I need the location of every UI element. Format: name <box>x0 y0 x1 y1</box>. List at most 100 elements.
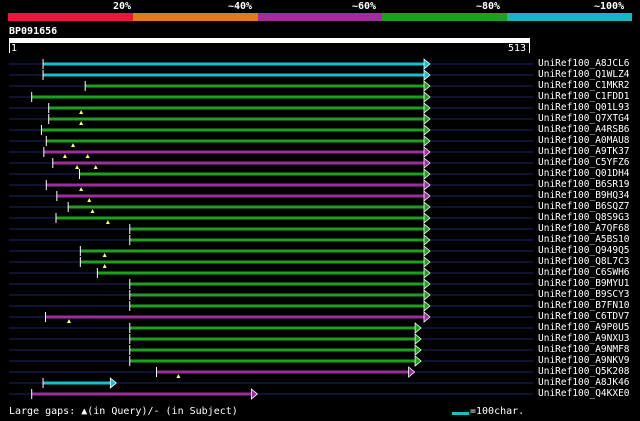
hit-bar[interactable] <box>129 293 424 297</box>
hit-label[interactable]: UniRef100_B9SCY3 <box>538 289 630 300</box>
query-gap-marker <box>176 374 181 378</box>
hit-label[interactable]: UniRef100_A4RSB6 <box>538 124 630 135</box>
hit-bar[interactable] <box>129 304 424 308</box>
hit-end-arrow <box>408 366 416 378</box>
query-gap-marker <box>93 165 98 169</box>
hit-bar[interactable] <box>80 249 424 253</box>
hit-end-arrow <box>414 344 422 356</box>
query-gap-marker <box>87 198 92 202</box>
blast-graphic-view: 20% ~40% ~60% ~80% ~100% BP091656 1 513 … <box>0 0 640 421</box>
hit-bar[interactable] <box>31 392 252 396</box>
hit-bar[interactable] <box>156 370 409 374</box>
hit-bar[interactable] <box>46 183 424 187</box>
hit-bar[interactable] <box>79 172 424 176</box>
hit-bar[interactable] <box>129 326 416 330</box>
query-gap-marker <box>79 110 84 114</box>
hit-bar[interactable] <box>129 282 424 286</box>
hit-label[interactable]: UniRef100_A8JCL6 <box>538 58 630 69</box>
hit-end-arrow <box>423 168 431 180</box>
hit-end-arrow <box>423 146 431 158</box>
hit-end-arrow <box>423 245 431 257</box>
hit-end-arrow <box>423 223 431 235</box>
hit-end-arrow <box>423 80 431 92</box>
hit-bar[interactable] <box>48 117 424 121</box>
hit-bar[interactable] <box>129 359 416 363</box>
hit-end-arrow <box>423 124 431 136</box>
hit-label[interactable]: UniRef100_Q7XTG4 <box>538 113 630 124</box>
hit-label[interactable]: UniRef100_C1MKR2 <box>538 80 630 91</box>
hit-end-arrow <box>423 201 431 213</box>
hit-label[interactable]: UniRef100_Q949Q5 <box>538 245 630 256</box>
hit-label[interactable]: UniRef100_B9MYU1 <box>538 278 630 289</box>
query-gap-marker <box>105 220 110 224</box>
query-gap-marker <box>102 253 107 257</box>
hit-label[interactable]: UniRef100_Q01DH4 <box>538 168 630 179</box>
scale-bar <box>452 412 469 415</box>
hit-bar[interactable] <box>31 95 424 99</box>
hit-label[interactable]: UniRef100_A9NXU3 <box>538 333 630 344</box>
hit-end-arrow <box>423 267 431 279</box>
hit-label[interactable]: UniRef100_Q8S9G3 <box>538 212 630 223</box>
hit-bar[interactable] <box>52 161 424 165</box>
hit-label[interactable]: UniRef100_B7FN10 <box>538 300 630 311</box>
hit-bar[interactable] <box>68 205 424 209</box>
hit-bar[interactable] <box>41 128 424 132</box>
hit-label[interactable]: UniRef100_A0MAU8 <box>538 135 630 146</box>
query-gap-marker <box>75 165 80 169</box>
hit-bar[interactable] <box>56 216 424 220</box>
hit-end-arrow <box>423 234 431 246</box>
hit-bar[interactable] <box>129 238 424 242</box>
hit-bar[interactable] <box>45 315 424 319</box>
hit-bar[interactable] <box>97 271 424 275</box>
hit-end-arrow <box>423 135 431 147</box>
hit-label[interactable]: UniRef100_A9TK37 <box>538 146 630 157</box>
hit-end-arrow <box>109 377 117 389</box>
hit-bar[interactable] <box>43 381 111 385</box>
scale-bar-label: =100char. <box>470 406 525 417</box>
hit-label[interactable]: UniRef100_A9NKV9 <box>538 355 630 366</box>
hit-label[interactable]: UniRef100_A5BS10 <box>538 234 630 245</box>
hit-label[interactable]: UniRef100_C6TDV7 <box>538 311 630 322</box>
hit-label[interactable]: UniRef100_Q1WLZ4 <box>538 69 630 80</box>
hit-label[interactable]: UniRef100_Q4KXE0 <box>538 388 630 399</box>
hit-end-arrow <box>423 256 431 268</box>
hit-label[interactable]: UniRef100_B6SR19 <box>538 179 630 190</box>
query-gap-marker <box>85 154 90 158</box>
hit-end-arrow <box>423 58 431 70</box>
hit-label[interactable]: UniRef100_A7QF68 <box>538 223 630 234</box>
hit-label[interactable]: UniRef100_Q8L7C3 <box>538 256 630 267</box>
hit-end-arrow <box>250 388 258 400</box>
query-gap-marker <box>71 143 76 147</box>
hit-label[interactable]: UniRef100_C6SWH6 <box>538 267 630 278</box>
hit-bar[interactable] <box>129 348 416 352</box>
hit-end-arrow <box>423 278 431 290</box>
hit-label[interactable]: UniRef100_A9P0U5 <box>538 322 630 333</box>
hit-bar[interactable] <box>43 73 424 77</box>
hit-label[interactable]: UniRef100_Q5K208 <box>538 366 630 377</box>
hit-bar[interactable] <box>46 139 424 143</box>
hit-label[interactable]: UniRef100_A8JK46 <box>538 377 630 388</box>
hit-label[interactable]: UniRef100_B9HQ34 <box>538 190 630 201</box>
hit-bar[interactable] <box>80 260 424 264</box>
query-gap-marker <box>62 154 67 158</box>
hit-end-arrow <box>423 289 431 301</box>
hit-label[interactable]: UniRef100_B6SQZ7 <box>538 201 630 212</box>
hit-end-arrow <box>423 91 431 103</box>
query-gap-marker <box>66 319 71 323</box>
hit-bar[interactable] <box>129 337 416 341</box>
hit-bar[interactable] <box>48 106 424 110</box>
hit-end-arrow <box>423 157 431 169</box>
hit-label[interactable]: UniRef100_A9NMF8 <box>538 344 630 355</box>
hit-bar[interactable] <box>85 84 424 88</box>
hit-bar[interactable] <box>56 194 424 198</box>
hit-bar[interactable] <box>43 62 424 66</box>
hit-bar[interactable] <box>43 150 424 154</box>
hit-label[interactable]: UniRef100_C5YFZ6 <box>538 157 630 168</box>
hit-label[interactable]: UniRef100_Q01L93 <box>538 102 630 113</box>
hit-end-arrow <box>423 300 431 312</box>
query-gap-marker <box>79 187 84 191</box>
hit-bar[interactable] <box>129 227 424 231</box>
hit-label[interactable]: UniRef100_C1FDD1 <box>538 91 630 102</box>
query-gap-marker <box>90 209 95 213</box>
hit-end-arrow <box>423 311 431 323</box>
